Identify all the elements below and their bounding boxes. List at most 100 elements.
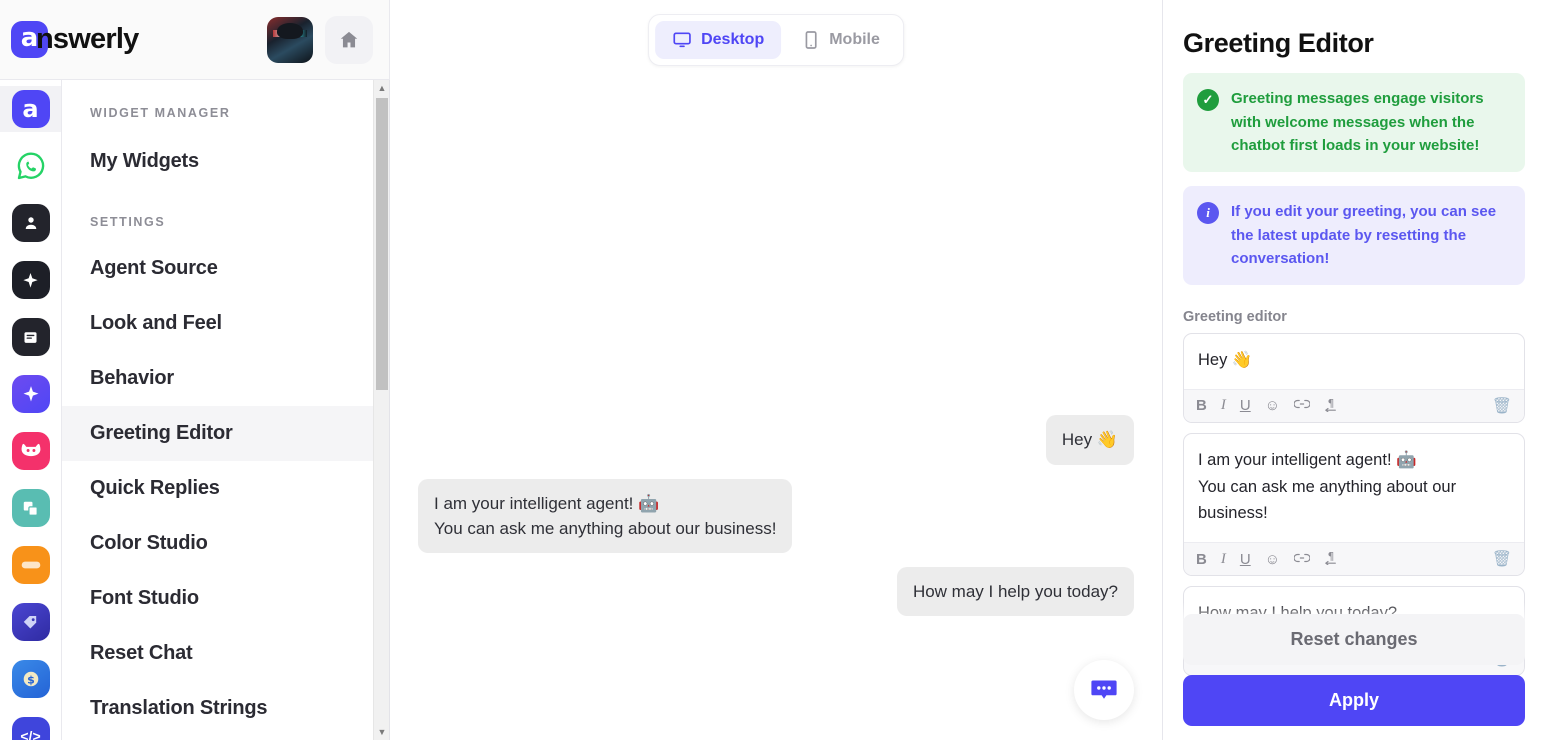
editor-toolbar-2: B I U ☺ ¶ 🗑 (1184, 542, 1524, 575)
logo-wordmark: nswerly (36, 23, 139, 55)
chat-message: Hey 👋 (1045, 415, 1134, 465)
rail-item-billing[interactable]: $ (0, 656, 61, 702)
sidebar-group-widget-manager: WIDGET MANAGER (90, 106, 231, 120)
device-toggle: Desktop Mobile (648, 14, 904, 66)
reset-changes-button[interactable]: Reset changes (1183, 614, 1525, 665)
rail-item-tags[interactable] (0, 599, 61, 645)
rail-item-knowledge-base[interactable] (0, 314, 61, 360)
chatbot-face-icon (11, 432, 50, 470)
delete-icon[interactable]: 🗑 (1492, 549, 1512, 569)
italic-icon[interactable]: I (1221, 551, 1226, 567)
chat-message: How may I help you today? (896, 566, 1134, 616)
underline-icon[interactable]: U (1240, 552, 1251, 567)
rtl-paragraph-icon[interactable]: ¶ (1324, 550, 1338, 568)
check-circle-icon: ✓ (1197, 89, 1219, 111)
tab-desktop[interactable]: Desktop (655, 21, 782, 59)
tab-desktop-label: Desktop (701, 31, 765, 48)
tag-icon (11, 603, 50, 641)
widget-preview: Desktop Mobile Hey 👋 I am your intellige… (390, 0, 1163, 740)
avatar[interactable] (267, 16, 313, 63)
rail-item-ai-assistant[interactable] (0, 371, 61, 417)
greeting-editor-1-text[interactable]: Hey 👋 (1184, 334, 1524, 389)
ai-assistant-icon (11, 375, 50, 413)
tab-mobile-label: Mobile (829, 31, 880, 48)
knowledge-base-icon (11, 318, 50, 356)
developers-code-icon: </> (11, 717, 50, 740)
icon-rail: a $ </> (0, 0, 62, 740)
scroll-down-arrow-icon[interactable]: ▼ (374, 724, 389, 740)
rail-item-whatsapp[interactable] (0, 143, 61, 189)
sidebar-scrollbar[interactable]: ▲ ▼ (373, 80, 389, 740)
sidebar-item-my-widgets[interactable]: My Widgets (62, 134, 389, 189)
greeting-editor-2[interactable]: I am your intelligent agent! 🤖 You can a… (1183, 432, 1525, 576)
sidebar-item-color-studio[interactable]: Color Studio (62, 516, 389, 571)
sidebar-item-greeting-editor[interactable]: Greeting Editor (62, 406, 389, 461)
rail-item-ai-spark[interactable] (0, 257, 61, 303)
info-circle-icon: i (1197, 202, 1219, 225)
desktop-icon (673, 32, 691, 48)
scroll-up-arrow-icon[interactable]: ▲ (374, 80, 389, 96)
greeting-editor-label: Greeting editor (1183, 309, 1287, 326)
sidebar-item-font-studio[interactable]: Font Studio (62, 571, 389, 626)
page-title: Greeting Editor (1183, 28, 1374, 58)
app-root: a $ </> WIDGET MANAGER My Widgets SETTIN… (0, 0, 1545, 740)
emoji-icon[interactable]: ☺ (1265, 398, 1280, 413)
success-alert-text: Greeting messages engage visitors with w… (1231, 90, 1484, 155)
italic-icon[interactable]: I (1221, 398, 1226, 413)
contacts-person-icon (11, 204, 50, 242)
tab-mobile[interactable]: Mobile (785, 21, 897, 59)
rtl-paragraph-icon[interactable]: ¶ (1324, 397, 1338, 415)
sidebar-item-look-and-feel[interactable]: Look and Feel (62, 296, 389, 351)
chat-transcript: Hey 👋 I am your intelligent agent! 🤖 You… (390, 90, 1162, 740)
app-header: a nswerly (0, 0, 390, 80)
info-alert-text: If you edit your greeting, you can see t… (1231, 203, 1497, 268)
rail-item-chatbot[interactable] (0, 428, 61, 474)
underline-icon[interactable]: U (1240, 398, 1251, 413)
delete-icon[interactable]: 🗑 (1492, 396, 1512, 416)
sidebar-group-settings: SETTINGS (90, 215, 166, 229)
svg-text:¶: ¶ (1328, 551, 1335, 563)
sidebar-item-translation-strings[interactable]: Translation Strings (62, 681, 389, 736)
rail-item-widgets[interactable] (0, 485, 61, 531)
svg-text:¶: ¶ (1328, 398, 1335, 410)
rail-item-contacts[interactable] (0, 200, 61, 246)
header-actions (267, 15, 389, 64)
bold-icon[interactable]: B (1196, 398, 1207, 413)
bold-icon[interactable]: B (1196, 552, 1207, 567)
sidebar-item-behavior[interactable]: Behavior (62, 351, 389, 406)
rail-item-answerly-app[interactable]: a (0, 86, 61, 132)
greeting-editor-panel: Greeting Editor ✓ Greeting messages enga… (1163, 0, 1545, 740)
sidebar-menu: WIDGET MANAGER My Widgets SETTINGS Agent… (62, 80, 389, 736)
mobile-icon (805, 31, 817, 49)
home-button[interactable] (325, 15, 373, 64)
link-icon[interactable] (1293, 552, 1311, 567)
greeting-editor-1[interactable]: Hey 👋 B I U ☺ ¶ 🗑 (1183, 333, 1525, 423)
scrollbar-thumb[interactable] (376, 98, 388, 390)
success-alert: ✓ Greeting messages engage visitors with… (1183, 73, 1525, 173)
widgets-copy-icon (11, 489, 50, 527)
rail-item-inbox[interactable] (0, 542, 61, 588)
ai-spark-icon (11, 261, 50, 299)
greeting-editor-2-text[interactable]: I am your intelligent agent! 🤖 You can a… (1184, 434, 1524, 542)
inbox-icon (11, 546, 50, 584)
whatsapp-icon (11, 147, 50, 185)
chat-bubble-icon (1091, 680, 1117, 699)
chat-message: I am your intelligent agent! 🤖 You can a… (418, 478, 793, 553)
editor-toolbar-1: B I U ☺ ¶ 🗑 (1184, 388, 1524, 422)
sidebar-item-agent-source[interactable]: Agent Source (62, 241, 389, 296)
billing-dollar-icon: $ (11, 660, 50, 698)
settings-sidebar: WIDGET MANAGER My Widgets SETTINGS Agent… (62, 0, 390, 740)
info-alert: i If you edit your greeting, you can see… (1183, 186, 1525, 286)
sidebar-item-reset-chat[interactable]: Reset Chat (62, 626, 389, 681)
answerly-app-icon: a (11, 90, 50, 128)
sidebar-item-quick-replies[interactable]: Quick Replies (62, 461, 389, 516)
answerly-logo[interactable]: a nswerly (11, 21, 139, 58)
chat-launcher-button[interactable] (1074, 660, 1134, 720)
home-icon (340, 31, 358, 47)
rail-item-developers[interactable]: </> (0, 713, 61, 740)
apply-button[interactable]: Apply (1183, 675, 1525, 726)
svg-text:$: $ (27, 673, 35, 686)
panel-actions: Reset changes Apply (1183, 614, 1525, 726)
link-icon[interactable] (1293, 398, 1311, 413)
emoji-icon[interactable]: ☺ (1265, 552, 1280, 567)
